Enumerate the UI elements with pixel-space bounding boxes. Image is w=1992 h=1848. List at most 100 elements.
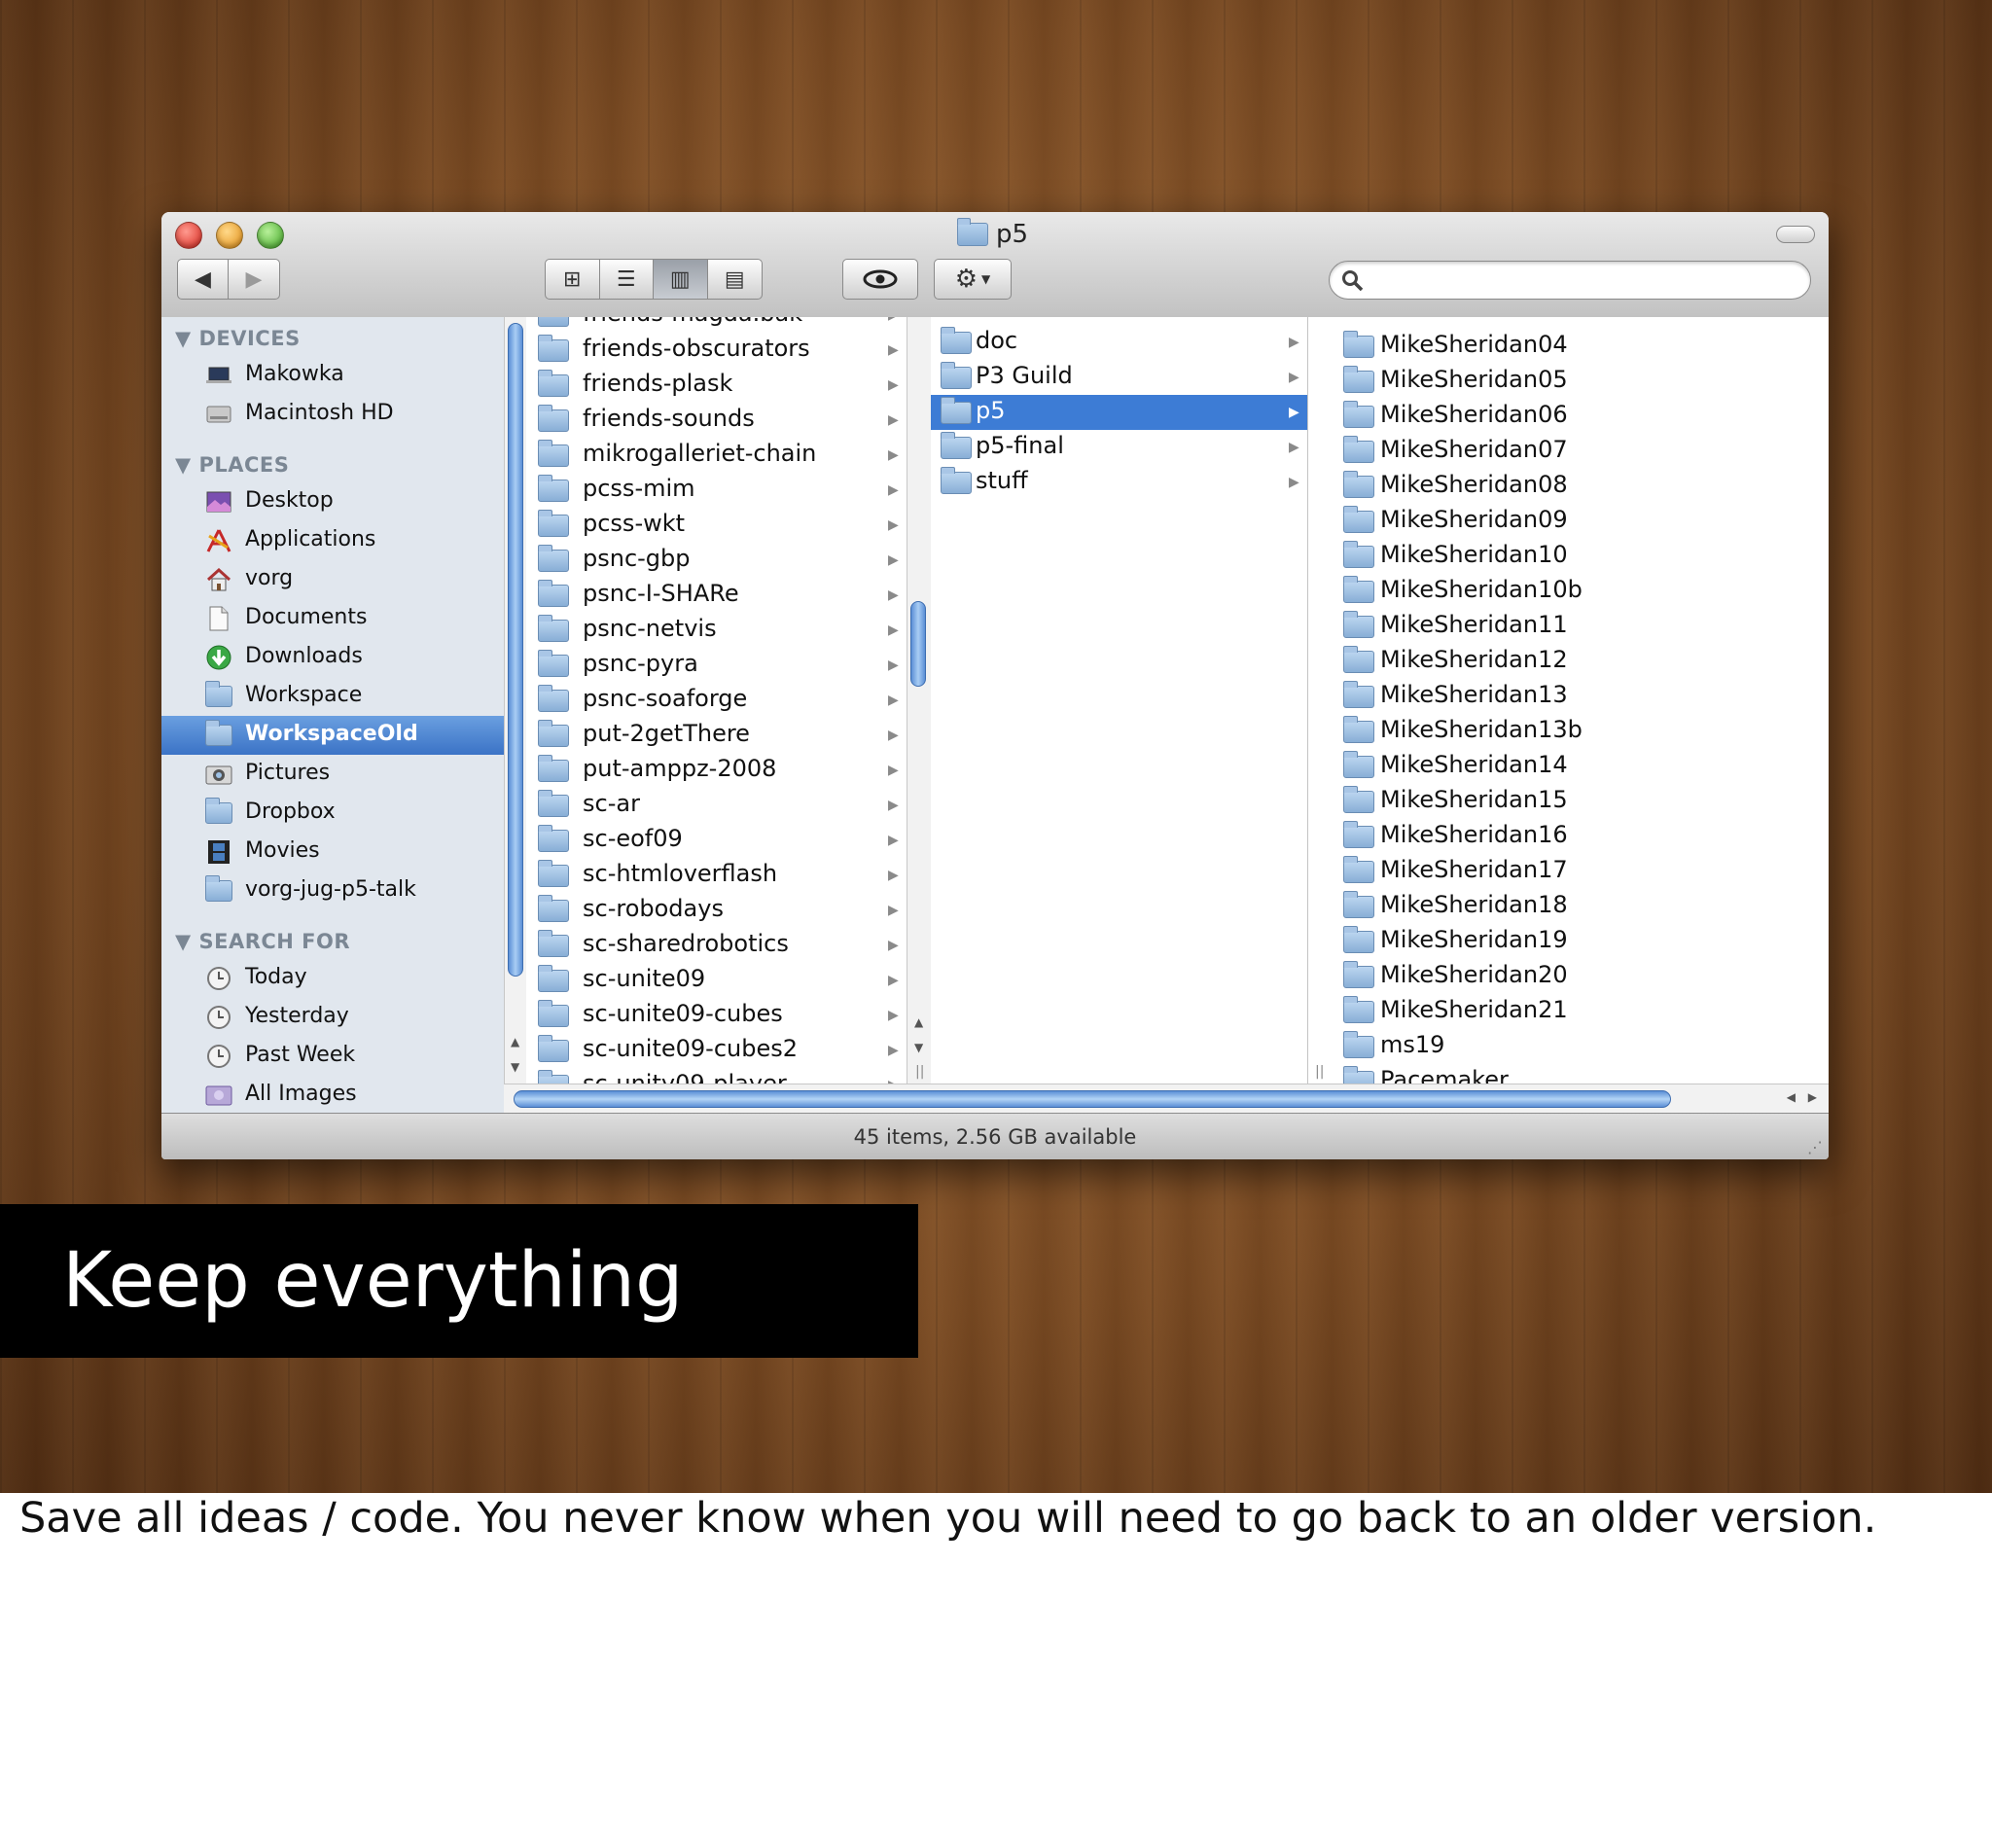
list-item[interactable]: pcss-wkt ▶ [526, 508, 906, 543]
list-item[interactable]: mikrogalleriet-chain ▶ [526, 438, 906, 473]
list-item[interactable]: doc ▶ [931, 325, 1307, 360]
quicklook-button[interactable] [842, 259, 918, 300]
close-button[interactable] [175, 222, 202, 249]
list-item[interactable]: sc-htmloverflash ▶ [526, 858, 906, 893]
column-1-scroll-thumb[interactable] [508, 323, 523, 977]
list-item[interactable]: MikeSheridan08 [1330, 469, 1829, 504]
column-resize-handle[interactable]: || [1315, 1064, 1324, 1080]
list-item[interactable]: MikeSheridan10b [1330, 574, 1829, 609]
list-item[interactable]: sc-ar ▶ [526, 788, 906, 823]
back-button[interactable]: ◀ [178, 260, 229, 299]
sidebar-item-past-week[interactable]: Past Week [161, 1037, 504, 1076]
list-item[interactable]: sc-eof09 ▶ [526, 823, 906, 858]
list-item[interactable]: MikeSheridan13b [1330, 714, 1829, 749]
list-item[interactable]: MikeSheridan18 [1330, 889, 1829, 924]
list-item[interactable]: sc-unity09-player▶ [526, 1068, 906, 1084]
list-item[interactable]: sc-sharedrobotics ▶ [526, 928, 906, 963]
search-field[interactable] [1329, 261, 1811, 300]
sidebar-item-pictures[interactable]: Pictures [161, 755, 504, 794]
disclosure-arrow-icon: ▶ [1289, 440, 1299, 455]
sidebar-item-today[interactable]: Today [161, 959, 504, 998]
list-item[interactable]: p5-final ▶ [931, 430, 1307, 465]
list-item[interactable]: put-amppz-2008 ▶ [526, 753, 906, 788]
list-item[interactable]: MikeSheridan06 [1330, 399, 1829, 434]
list-item[interactable]: MikeSheridan10 [1330, 539, 1829, 574]
column-resize-handle[interactable]: || [915, 1064, 924, 1080]
list-item[interactable]: p5 ▶ [931, 395, 1307, 430]
sidebar-item-movies[interactable]: Movies [161, 833, 504, 871]
sidebar-item-workspaceold[interactable]: WorkspaceOld [161, 716, 504, 755]
column-2-scrollbar[interactable]: ▲ ▼ || [907, 317, 932, 1084]
list-item[interactable]: MikeSheridan19 [1330, 924, 1829, 959]
list-item[interactable]: psnc-I-SHARe ▶ [526, 578, 906, 613]
list-item[interactable]: MikeSheridan05 [1330, 364, 1829, 399]
list-item[interactable]: ms19 [1330, 1029, 1829, 1064]
list-item[interactable]: friends-sounds ▶ [526, 403, 906, 438]
sidebar-item-makowka[interactable]: Makowka [161, 356, 504, 395]
list-item[interactable]: psnc-netvis ▶ [526, 613, 906, 648]
list-item[interactable]: P3 Guild ▶ [931, 360, 1307, 395]
horizontal-scrollbar[interactable]: ◀ ▶ [504, 1084, 1829, 1114]
sidebar-item-dropbox[interactable]: Dropbox [161, 794, 504, 833]
list-item[interactable]: MikeSheridan12 [1330, 644, 1829, 679]
list-item[interactable]: psnc-pyra ▶ [526, 648, 906, 683]
list-item[interactable]: stuff ▶ [931, 465, 1307, 500]
list-item[interactable]: sc-robodays ▶ [526, 893, 906, 928]
list-item[interactable]: sc-unite09-cubes2 ▶ [526, 1033, 906, 1068]
list-item[interactable]: psnc-soaforge ▶ [526, 683, 906, 718]
list-item[interactable]: MikeSheridan15 [1330, 784, 1829, 819]
minimize-button[interactable] [216, 222, 243, 249]
sidebar-item-workspace[interactable]: Workspace [161, 677, 504, 716]
list-item[interactable]: sc-unite09-cubes ▶ [526, 998, 906, 1033]
list-item[interactable]: MikeSheridan13 [1330, 679, 1829, 714]
disclosure-arrow-icon: ▶ [888, 517, 899, 533]
column-1-scrollbar[interactable]: ▲ ▼ [504, 317, 526, 1084]
list-item[interactable]: Pacemaker [1330, 1064, 1829, 1084]
action-button[interactable]: ⚙ ▼ [934, 259, 1012, 300]
horizontal-scroll-thumb[interactable] [514, 1090, 1671, 1108]
sidebar-item-downloads[interactable]: Downloads [161, 638, 504, 677]
coverflow-view-button[interactable]: ▤ [708, 260, 763, 299]
list-item[interactable]: MikeSheridan11 [1330, 609, 1829, 644]
sidebar-item-desktop[interactable]: Desktop [161, 482, 504, 521]
sidebar-item-documents[interactable]: Documents [161, 599, 504, 638]
list-item[interactable]: sc-unite09 ▶ [526, 963, 906, 998]
icon-view-button[interactable]: ⊞ [546, 260, 600, 299]
forward-button[interactable]: ▶ [229, 260, 279, 299]
list-item[interactable]: MikeSheridan04 [1330, 329, 1829, 364]
scroll-up-arrow-icon[interactable]: ▲ [511, 1035, 519, 1048]
search-input[interactable] [1370, 267, 1793, 295]
scroll-up-arrow-icon[interactable]: ▲ [914, 1015, 923, 1029]
column-view-button[interactable]: ▥ [654, 260, 708, 299]
scroll-down-arrow-icon[interactable]: ▼ [511, 1060, 519, 1074]
toolbar-toggle-button[interactable] [1776, 226, 1815, 243]
column-2-scroll-thumb[interactable] [910, 601, 926, 687]
list-item[interactable]: friends-plask ▶ [526, 368, 906, 403]
list-item[interactable]: MikeSheridan20 [1330, 959, 1829, 994]
list-item[interactable]: MikeSheridan07 [1330, 434, 1829, 469]
scroll-left-arrow-icon[interactable]: ◀ [1787, 1090, 1796, 1104]
list-item[interactable]: friends-magda.bak ▶ [526, 317, 906, 333]
sidebar-item-all-images[interactable]: All Images [161, 1076, 504, 1113]
sidebar-item-vorg[interactable]: vorg [161, 560, 504, 599]
sidebar-item-yesterday[interactable]: Yesterday [161, 998, 504, 1037]
resize-grip-icon[interactable]: ⋰ [1807, 1138, 1823, 1156]
sidebar-item-macintosh-hd[interactable]: Macintosh HD [161, 395, 504, 434]
zoom-button[interactable] [257, 222, 284, 249]
list-item[interactable]: MikeSheridan17 [1330, 854, 1829, 889]
list-view-button[interactable]: ☰ [600, 260, 654, 299]
scroll-down-arrow-icon[interactable]: ▼ [914, 1041, 923, 1054]
list-item[interactable]: MikeSheridan16 [1330, 819, 1829, 854]
sidebar-item-applications[interactable]: Applications [161, 521, 504, 560]
list-item[interactable]: MikeSheridan21 [1330, 994, 1829, 1029]
list-item[interactable]: friends-obscurators ▶ [526, 333, 906, 368]
list-item[interactable]: put-2getThere ▶ [526, 718, 906, 753]
sidebar-item-vorg-jug-p5-talk[interactable]: vorg-jug-p5-talk [161, 871, 504, 910]
list-item[interactable]: MikeSheridan09 [1330, 504, 1829, 539]
list-item[interactable]: psnc-gbp ▶ [526, 543, 906, 578]
list-item[interactable]: pcss-mim ▶ [526, 473, 906, 508]
list-item[interactable]: MikeSheridan14 [1330, 749, 1829, 784]
scroll-right-arrow-icon[interactable]: ▶ [1808, 1090, 1817, 1104]
folder-icon [1343, 611, 1374, 638]
folder-icon [1343, 926, 1374, 953]
